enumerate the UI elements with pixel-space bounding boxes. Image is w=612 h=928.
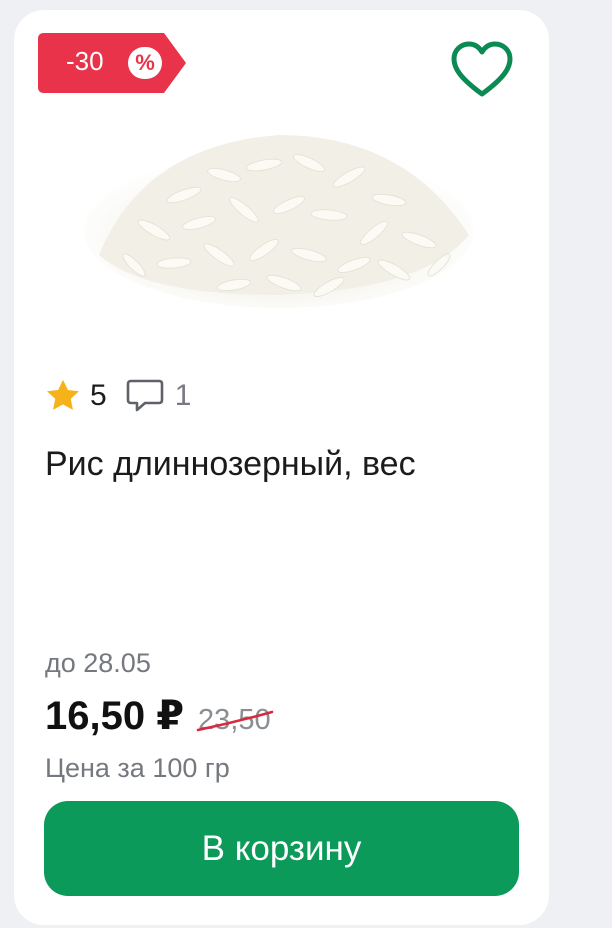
badge-shape [38,33,186,93]
promo-valid-until: до 28.05 [45,648,151,678]
current-price: 16,50 ₽ [45,694,185,738]
rating-row: 5 1 [44,376,191,416]
rating-value: 5 [90,379,107,412]
favorite-button[interactable] [450,40,514,100]
price-strikethrough [196,710,274,732]
unit-price-note: Цена за 100 гр [45,753,230,783]
comment-count: 1 [174,379,192,412]
price-row: 16,50 ₽ 23,50 [45,693,274,739]
add-to-cart-button[interactable]: В корзину [44,801,519,896]
product-card[interactable]: -30 % 5 1 Рис длиннозерный, вес до 28.05… [14,10,549,925]
product-title[interactable]: Рис длиннозерный, вес [45,442,416,486]
percent-icon: % [128,47,162,79]
discount-badge: -30 % [38,33,186,93]
heart-outline-icon [451,41,513,97]
discount-value: -30 [66,46,104,76]
star-icon [47,379,79,410]
old-price: 23,50 [196,704,274,737]
rice-image [84,135,474,308]
comment-icon[interactable] [125,377,165,415]
